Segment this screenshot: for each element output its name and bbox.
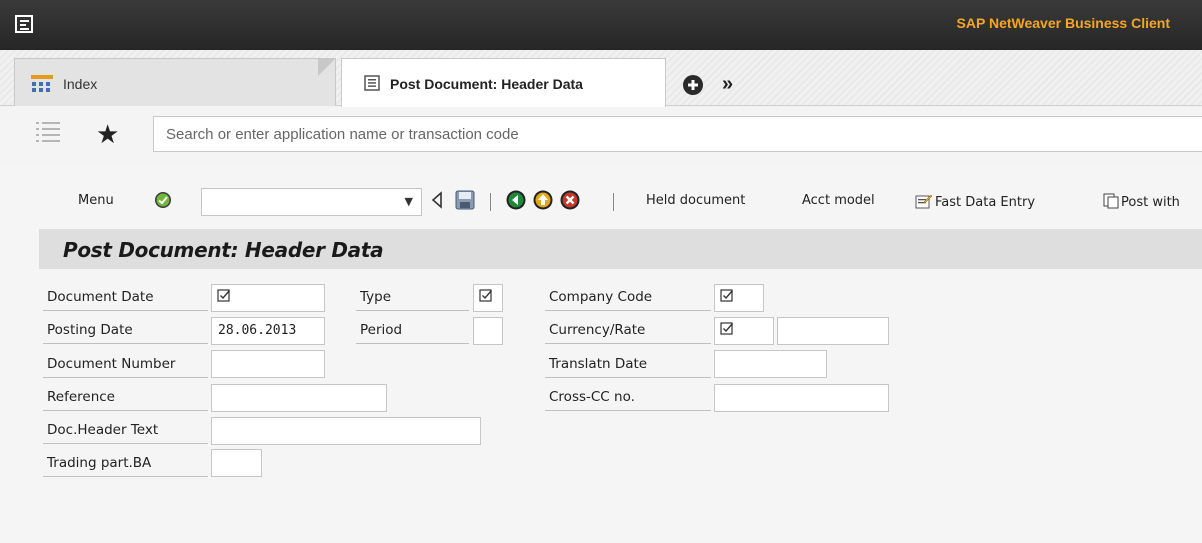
trading-part-ba-label: Trading part.BA [43,451,208,477]
page-header: Post Document: Header Data [39,229,1202,269]
required-check-icon [720,289,734,302]
post-with-label: Post with [1121,195,1180,210]
currency-rate-label: Currency/Rate [545,318,711,344]
application-toolbar: Menu ▼ Held document Acct model Fast Dat… [0,185,1202,221]
save-icon[interactable] [455,190,475,210]
search-input[interactable] [153,116,1202,152]
toolbar-separator [613,193,614,211]
required-check-icon [217,289,231,302]
favorites-star-icon[interactable]: ★ [96,119,119,150]
currency-field[interactable] [714,317,774,345]
tab-index[interactable]: Index [14,58,336,106]
tab-index-label: Index [63,76,98,92]
tab-fold [318,58,336,76]
doc-header-text-field[interactable] [211,417,481,445]
list-icon[interactable] [36,122,60,144]
menu-button[interactable]: Menu [78,193,114,208]
toolbar-separator [490,193,491,211]
application-area: Menu ▼ Held document Acct model Fast Dat… [0,165,1202,543]
posting-date-field[interactable]: 28.06.2013 [211,317,325,345]
company-code-field[interactable] [714,284,764,312]
type-field[interactable] [473,284,503,312]
cross-cc-no-label: Cross-CC no. [545,385,711,411]
cross-cc-no-field[interactable] [714,384,889,412]
confirm-icon[interactable] [154,191,172,209]
exchange-rate-field[interactable] [777,317,889,345]
product-name: SAP NetWeaver Business Client [956,15,1170,31]
fast-data-entry-button[interactable]: Fast Data Entry [915,193,1035,210]
acct-model-button[interactable]: Acct model [802,193,875,208]
document-date-field[interactable] [211,284,325,312]
period-field[interactable] [473,317,503,345]
period-label: Period [356,318,469,344]
command-field[interactable]: ▼ [201,188,422,216]
posting-date-label: Posting Date [43,318,208,344]
trading-part-ba-field[interactable] [211,449,262,477]
reference-label: Reference [43,385,208,411]
document-icon [364,75,380,91]
more-tabs-icon[interactable]: » [722,73,733,96]
back-icon[interactable] [506,190,526,210]
reference-field[interactable] [211,384,387,412]
exit-icon[interactable] [533,190,553,210]
fast-entry-icon [915,194,933,209]
required-check-icon [720,322,734,335]
type-label: Type [356,285,469,311]
translatn-date-field[interactable] [714,350,827,378]
search-bar: ★ [0,107,1202,165]
post-with-button[interactable]: Post with [1103,193,1180,210]
title-bar: SAP NetWeaver Business Client [0,0,1202,50]
chevron-down-icon[interactable]: ▼ [405,195,413,208]
menu-icon[interactable] [14,14,34,34]
document-date-label: Document Date [43,285,208,311]
add-tab-icon[interactable] [682,74,704,96]
cancel-icon[interactable] [560,190,580,210]
index-icon [31,75,53,92]
post-icon [1103,193,1119,209]
back-triangle-icon[interactable] [430,191,444,209]
posting-date-value: 28.06.2013 [218,323,297,338]
required-check-icon [479,289,493,302]
document-number-label: Document Number [43,352,208,378]
tab-post-document-label: Post Document: Header Data [390,76,583,92]
doc-header-text-label: Doc.Header Text [43,418,208,444]
translatn-date-label: Translatn Date [545,352,711,378]
page-title: Post Document: Header Data [63,238,384,262]
tab-strip: Index Post Document: Header Data » [0,50,1202,107]
held-document-button[interactable]: Held document [646,193,745,208]
tab-post-document[interactable]: Post Document: Header Data [341,58,666,107]
fast-data-entry-label: Fast Data Entry [935,195,1036,210]
company-code-label: Company Code [545,285,711,311]
document-number-field[interactable] [211,350,325,378]
